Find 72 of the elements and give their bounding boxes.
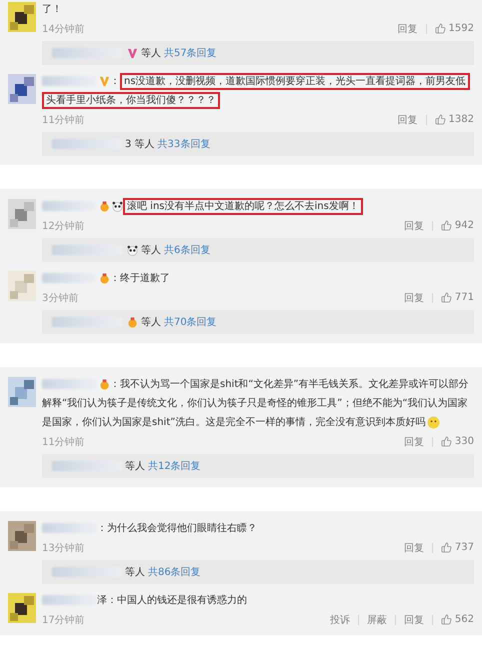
like-button[interactable]: 1382 xyxy=(434,114,474,125)
smiley-icon xyxy=(427,416,440,429)
comment-time: 3分钟前 xyxy=(42,292,80,304)
comment-time: 11分钟前 xyxy=(42,114,86,126)
name-redaction xyxy=(42,76,97,86)
comment-text: ：为什么我会觉得他们眼睛往右瞟？ xyxy=(42,519,474,538)
avatar-icon[interactable] xyxy=(8,74,36,104)
reply-count-link[interactable]: 共6条回复 xyxy=(164,243,210,257)
action-link[interactable]: 屏蔽 xyxy=(366,612,387,626)
panda-icon xyxy=(127,244,138,256)
action-link[interactable]: 投诉 xyxy=(330,612,350,626)
v-badge-icon xyxy=(127,48,138,58)
medal-icon xyxy=(127,316,138,328)
name-redaction xyxy=(42,595,97,606)
name-redaction xyxy=(42,201,97,212)
comment-time: 14分钟前 xyxy=(42,22,86,36)
reply-count-link[interactable]: 共70条回复 xyxy=(164,315,217,329)
thumbs-up-icon xyxy=(440,542,452,553)
comment-text: 滚吧 ins没有半点中文道歉的呢？怎么不去ins发啊！ xyxy=(42,197,474,216)
action-link[interactable]: 回复 xyxy=(398,112,418,126)
name-redaction xyxy=(52,139,122,149)
name-redaction xyxy=(52,317,122,327)
like-button[interactable]: 737 xyxy=(440,542,474,553)
reply-people: 3 等人 xyxy=(125,138,155,151)
like-button[interactable]: 771 xyxy=(440,292,474,303)
name-redaction xyxy=(52,48,122,58)
thumbs-up-icon xyxy=(440,220,452,231)
thumbs-up-icon xyxy=(440,436,452,447)
reply-count-link[interactable]: 共12条回复 xyxy=(148,459,201,473)
reply-count-link[interactable]: 共57条回复 xyxy=(164,46,217,60)
comment-text: ：终于道歉了 xyxy=(42,269,474,288)
comment-text: 泽：中国人的钱还是很有诱惑力的 xyxy=(42,591,474,610)
name-redaction xyxy=(42,379,97,390)
thumbs-up-icon xyxy=(434,23,446,34)
comment-time: 13分钟前 xyxy=(42,542,86,554)
reply-count-link[interactable]: 共86条回复 xyxy=(148,565,201,579)
reply-people: 等人 xyxy=(125,566,145,579)
v-badge-icon xyxy=(99,76,110,87)
thumbs-up-icon xyxy=(434,114,446,125)
reply-count-link[interactable]: 共33条回复 xyxy=(158,137,210,151)
thumbs-up-icon xyxy=(440,614,452,625)
action-link[interactable]: 回复 xyxy=(398,22,418,36)
comment-time: 17分钟前 xyxy=(42,614,86,626)
action-link[interactable]: 回复 xyxy=(404,434,424,448)
reply-people: 等人 xyxy=(125,460,145,473)
action-link[interactable]: 回复 xyxy=(404,218,424,232)
medal-icon xyxy=(99,272,110,284)
action-link[interactable]: 回复 xyxy=(404,612,424,626)
medal-icon xyxy=(99,378,110,390)
panda-icon xyxy=(112,200,123,212)
comment-time: 12分钟前 xyxy=(42,220,86,232)
thumbs-up-icon xyxy=(440,292,452,303)
like-button[interactable]: 330 xyxy=(440,436,474,447)
avatar-icon[interactable] xyxy=(8,2,36,32)
reply-people: 等人 xyxy=(141,316,161,329)
like-button[interactable]: 562 xyxy=(440,614,474,625)
avatar-icon[interactable] xyxy=(8,593,36,623)
medal-icon xyxy=(99,200,110,212)
name-redaction xyxy=(42,523,97,534)
like-button[interactable]: 1592 xyxy=(434,23,474,34)
name-redaction xyxy=(42,273,97,284)
comment-text: ：我不认为骂一个国家是shit和“文化差异”有半毛钱关系。文化差异或许可以部分解释“我们认为筷子是传统文化，你们认为筷子只是奇怪的锥形工具”；但绝不能为“我们认为国家是国家，你们认为国家是shit”洗白。这是完全不一样的事情，完全没有意识到本质好吗 xyxy=(42,378,470,431)
name-redaction xyxy=(52,567,122,577)
comment-time: 11分钟前 xyxy=(42,436,86,448)
name-redaction xyxy=(52,461,122,471)
action-link[interactable]: 回复 xyxy=(404,290,424,304)
comment-text: 了！ xyxy=(42,3,63,17)
reply-people: 等人 xyxy=(141,47,161,60)
like-button[interactable]: 942 xyxy=(440,220,474,231)
reply-people: 等人 xyxy=(141,244,161,257)
name-redaction xyxy=(52,245,122,255)
action-link[interactable]: 回复 xyxy=(404,540,424,554)
